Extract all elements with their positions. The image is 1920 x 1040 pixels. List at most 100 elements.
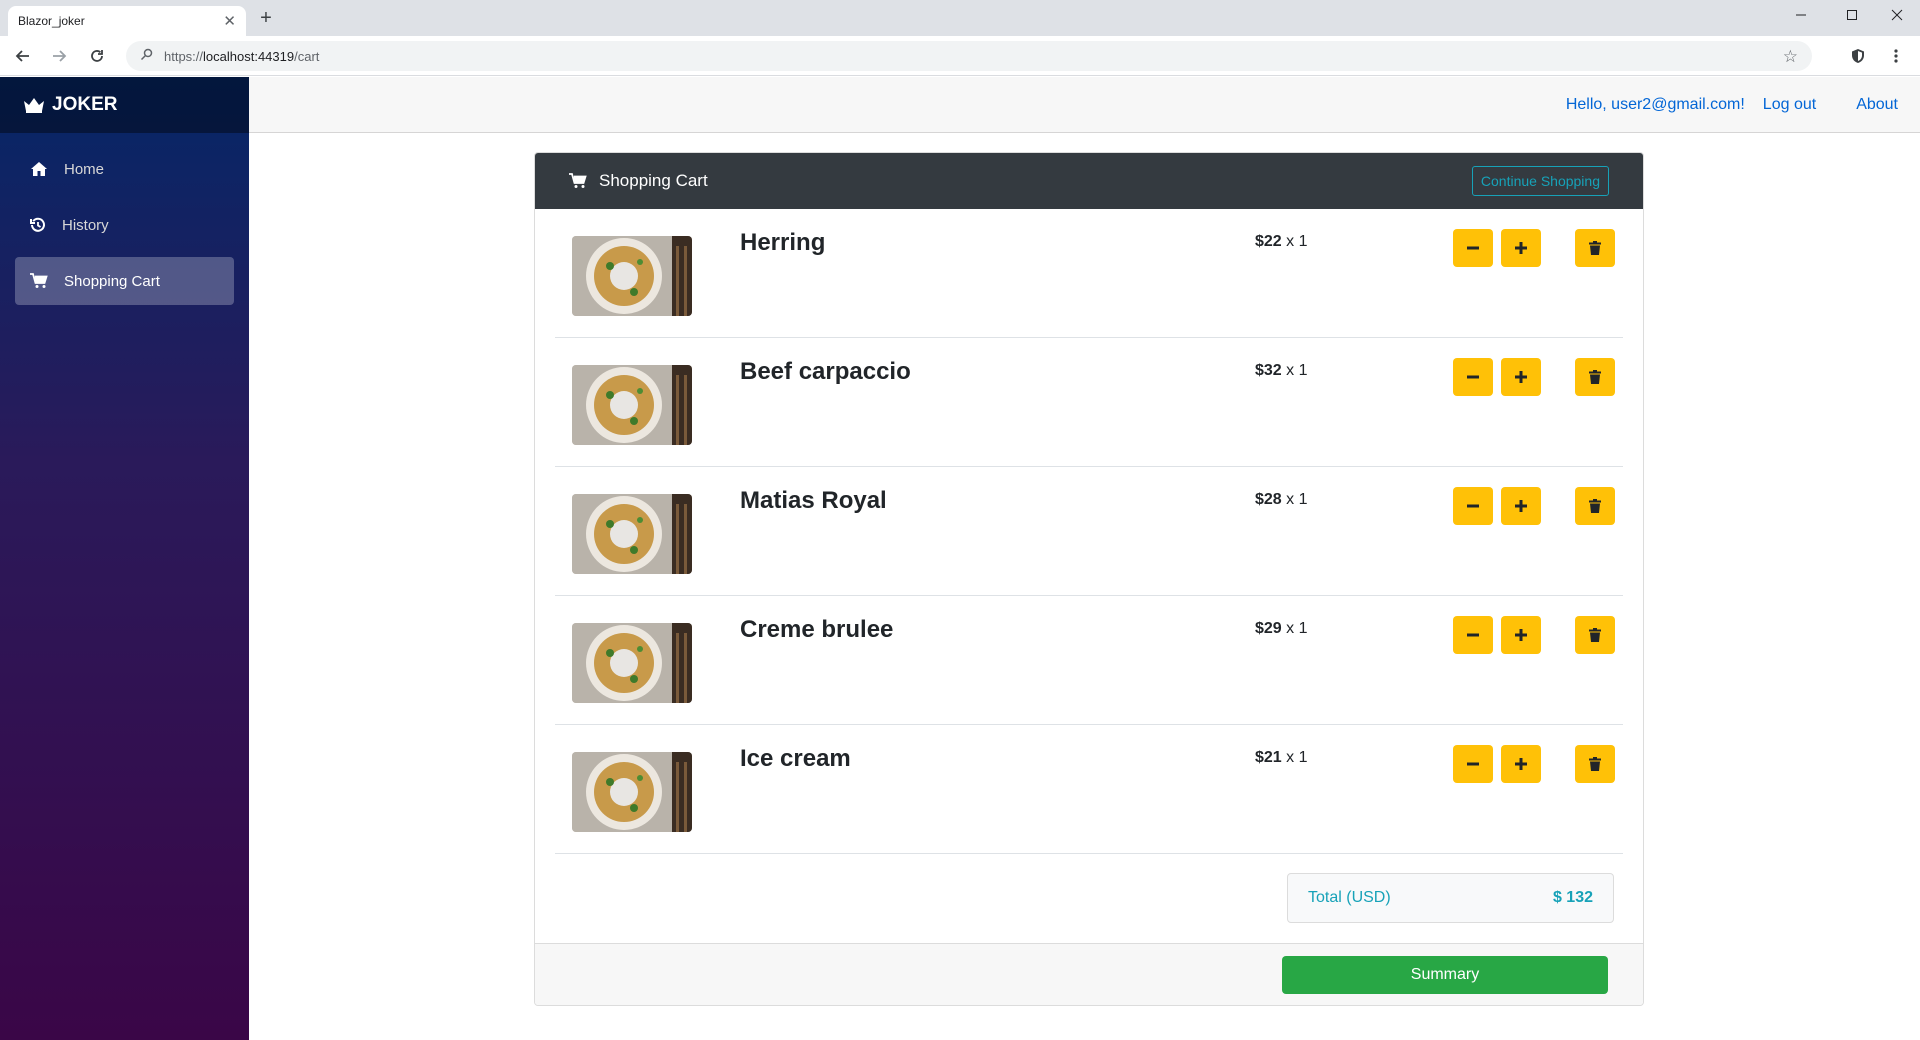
item-unit-price: $21 — [1255, 749, 1282, 766]
sidebar-item-history[interactable]: History — [15, 201, 234, 249]
sidebar-item-label: Shopping Cart — [64, 272, 160, 290]
tab-close-icon[interactable]: ✕ — [223, 12, 236, 30]
forward-icon[interactable] — [46, 44, 72, 68]
decrease-quantity-button[interactable] — [1453, 616, 1493, 654]
top-row: Hello, user2@gmail.com! Log out About — [249, 77, 1920, 133]
item-quantity: x 1 — [1286, 491, 1308, 508]
remove-item-button[interactable] — [1575, 229, 1615, 267]
item-image — [572, 752, 692, 832]
minimize-icon[interactable] — [1778, 0, 1824, 30]
total-label: Total (USD) — [1308, 889, 1391, 906]
browser-tab[interactable]: Blazor_joker ✕ — [8, 6, 246, 36]
cart-item: Creme brulee $29 x 1 — [555, 596, 1623, 725]
brand-name: JOKER — [52, 94, 118, 115]
item-price: $28 x 1 — [1255, 491, 1308, 509]
cart-items-list: Herring $22 x 1 Beef carpaccio $32 x 1 M… — [535, 209, 1643, 854]
item-image — [572, 365, 692, 445]
sidebar-item-shopping-cart[interactable]: Shopping Cart — [15, 257, 234, 305]
item-image — [572, 236, 692, 316]
browser-titlebar: Blazor_joker ✕ + — [0, 0, 1920, 36]
maximize-icon[interactable] — [1829, 0, 1875, 30]
remove-item-button[interactable] — [1575, 487, 1615, 525]
bookmark-star-icon[interactable]: ☆ — [1783, 47, 1798, 67]
trash-icon — [1589, 628, 1601, 642]
brand[interactable]: JOKER — [0, 77, 249, 133]
close-window-icon[interactable] — [1874, 0, 1920, 30]
decrease-quantity-button[interactable] — [1453, 358, 1493, 396]
plus-icon — [1515, 242, 1527, 254]
history-icon — [30, 217, 45, 232]
card-footer: Summary — [535, 943, 1643, 1005]
total-amount: $ 132 — [1552, 889, 1593, 906]
item-name: Ice cream — [740, 745, 851, 772]
minus-icon — [1467, 633, 1479, 637]
item-image — [572, 623, 692, 703]
menu-kebab-icon[interactable] — [1884, 44, 1908, 68]
shopping-cart-card: Shopping Cart Continue Shopping Herring … — [534, 152, 1644, 1006]
sidebar-item-home[interactable]: Home — [15, 145, 234, 193]
increase-quantity-button[interactable] — [1501, 745, 1541, 783]
item-unit-price: $28 — [1255, 491, 1282, 508]
item-quantity: x 1 — [1286, 620, 1308, 637]
sidebar-item-label: History — [62, 216, 109, 234]
item-price: $32 x 1 — [1255, 362, 1308, 380]
address-bar[interactable]: https://localhost:44319/cart ☆ — [126, 41, 1812, 71]
cart-item: Matias Royal $28 x 1 — [555, 467, 1623, 596]
reload-icon[interactable] — [84, 44, 110, 68]
item-name: Beef carpaccio — [740, 358, 911, 385]
item-unit-price: $22 — [1255, 233, 1282, 250]
about-link[interactable]: About — [1856, 96, 1898, 114]
increase-quantity-button[interactable] — [1501, 487, 1541, 525]
item-quantity: x 1 — [1286, 749, 1308, 766]
sidebar: JOKER Home History Shopping Cart — [0, 77, 249, 1040]
card-header: Shopping Cart Continue Shopping — [535, 153, 1643, 209]
back-icon[interactable] — [10, 44, 36, 68]
plus-icon — [1515, 629, 1527, 641]
user-greeting-link[interactable]: Hello, user2@gmail.com! — [1566, 96, 1745, 114]
decrease-quantity-button[interactable] — [1453, 229, 1493, 267]
trash-icon — [1589, 370, 1601, 384]
remove-item-button[interactable] — [1575, 616, 1615, 654]
total-box: Total (USD) $ 132 — [1287, 873, 1614, 923]
trash-icon — [1589, 241, 1601, 255]
url-host: localhost:44319 — [203, 48, 295, 64]
cart-icon — [569, 173, 587, 188]
plus-icon — [1515, 500, 1527, 512]
tab-title: Blazor_joker — [18, 14, 85, 28]
item-name: Matias Royal — [740, 487, 887, 514]
increase-quantity-button[interactable] — [1501, 616, 1541, 654]
decrease-quantity-button[interactable] — [1453, 487, 1493, 525]
decrease-quantity-button[interactable] — [1453, 745, 1493, 783]
item-unit-price: $29 — [1255, 620, 1282, 637]
continue-shopping-button[interactable]: Continue Shopping — [1471, 166, 1609, 196]
shield-extension-icon[interactable] — [1846, 44, 1870, 68]
plus-icon — [1515, 758, 1527, 770]
item-price: $21 x 1 — [1255, 749, 1308, 767]
sidebar-item-label: Home — [64, 160, 105, 178]
card-title: Shopping Cart — [599, 171, 708, 190]
remove-item-button[interactable] — [1575, 358, 1615, 396]
item-quantity: x 1 — [1286, 362, 1308, 379]
url-path: /cart — [294, 48, 320, 64]
item-price: $22 x 1 — [1255, 233, 1308, 251]
cart-icon — [30, 273, 48, 288]
summary-button[interactable]: Summary — [1282, 956, 1608, 994]
item-name: Herring — [740, 229, 826, 256]
browser-toolbar: https://localhost:44319/cart ☆ — [0, 36, 1920, 76]
new-tab-icon[interactable]: + — [254, 7, 278, 31]
item-unit-price: $32 — [1255, 362, 1282, 379]
crown-icon — [24, 98, 44, 113]
remove-item-button[interactable] — [1575, 745, 1615, 783]
home-icon — [31, 162, 47, 176]
item-quantity: x 1 — [1286, 233, 1308, 250]
cart-item: Beef carpaccio $32 x 1 — [555, 338, 1623, 467]
logout-link[interactable]: Log out — [1763, 96, 1816, 114]
minus-icon — [1467, 375, 1479, 379]
cart-item: Ice cream $21 x 1 — [555, 725, 1623, 854]
minus-icon — [1467, 504, 1479, 508]
cart-item: Herring $22 x 1 — [555, 209, 1623, 338]
plus-icon — [1515, 371, 1527, 383]
increase-quantity-button[interactable] — [1501, 358, 1541, 396]
item-image — [572, 494, 692, 574]
increase-quantity-button[interactable] — [1501, 229, 1541, 267]
